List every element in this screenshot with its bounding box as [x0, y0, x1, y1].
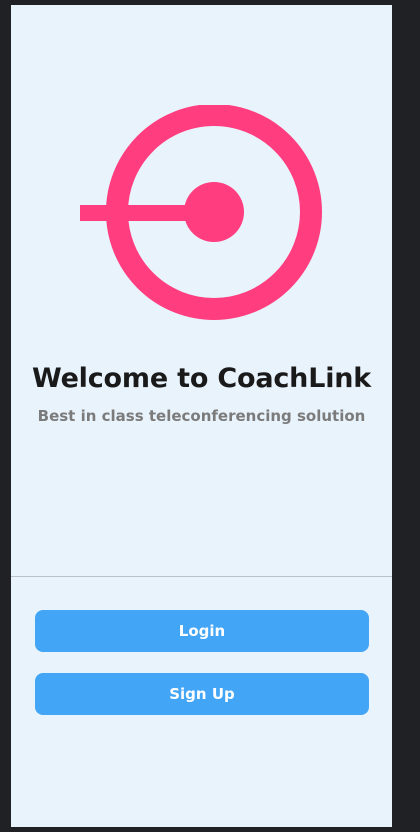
welcome-screen: Welcome to CoachLink Best in class telec…: [11, 5, 392, 827]
login-button[interactable]: Login: [35, 610, 369, 652]
coachlink-logo-icon: [79, 105, 323, 325]
signup-button[interactable]: Sign Up: [35, 673, 369, 715]
welcome-title: Welcome to CoachLink: [31, 363, 372, 394]
tagline: Best in class teleconferencing solution: [37, 407, 366, 425]
divider: [11, 576, 392, 577]
